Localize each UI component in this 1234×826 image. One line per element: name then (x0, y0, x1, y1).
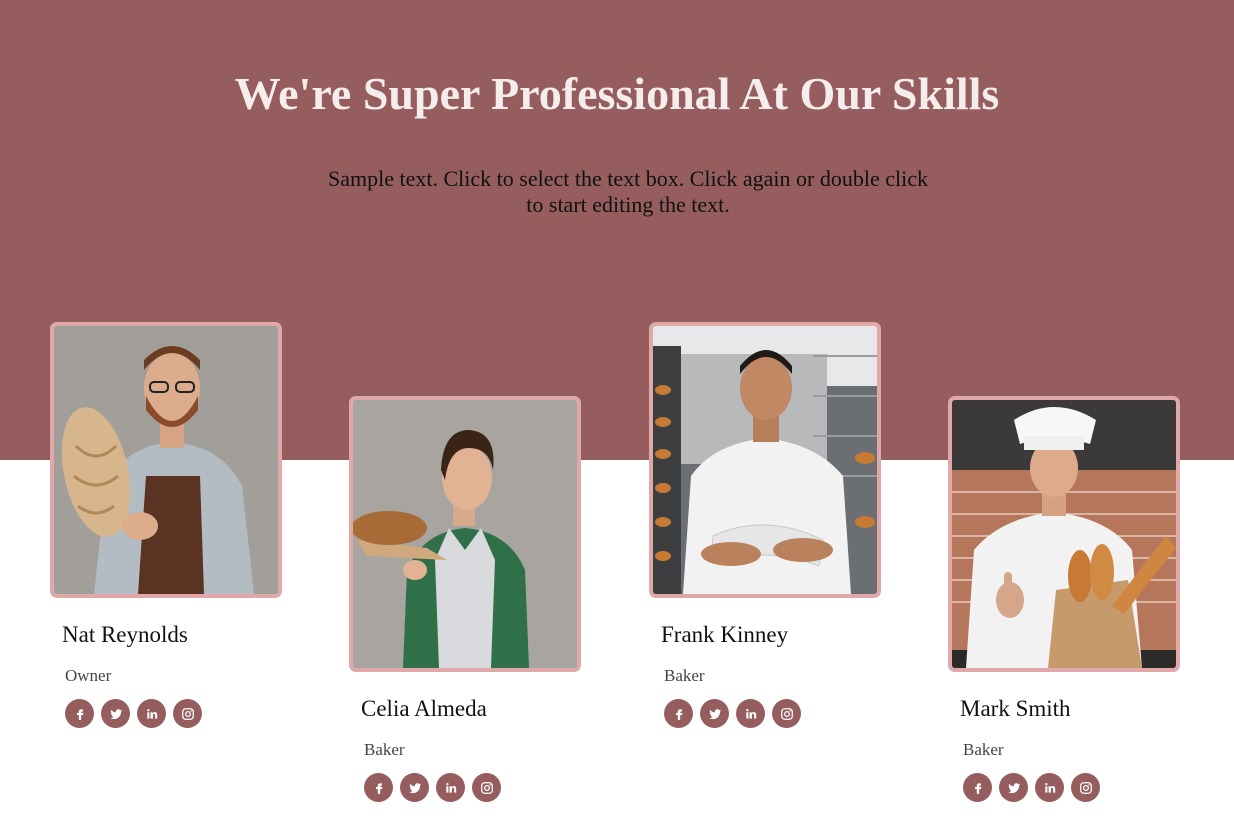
linkedin-icon[interactable] (137, 699, 166, 728)
twitter-icon[interactable] (400, 773, 429, 802)
member-name: Mark Smith (960, 696, 1071, 721)
hero-subtitle: Sample text. Click to select the text bo… (328, 166, 928, 217)
instagram-icon[interactable] (1071, 773, 1100, 802)
member-role: Baker (664, 666, 705, 685)
member-name: Nat Reynolds (62, 622, 188, 647)
member-photo (948, 396, 1180, 672)
twitter-icon[interactable] (101, 699, 130, 728)
member-photo (50, 322, 282, 598)
twitter-icon[interactable] (999, 773, 1028, 802)
social-links (963, 773, 1180, 802)
facebook-icon[interactable] (963, 773, 992, 802)
linkedin-icon[interactable] (436, 773, 465, 802)
team-member-card: Frank Kinney Baker (649, 322, 881, 728)
linkedin-icon[interactable] (736, 699, 765, 728)
team-member-card: Nat Reynolds Owner (50, 322, 282, 728)
social-links (664, 699, 881, 728)
twitter-icon[interactable] (700, 699, 729, 728)
social-links (65, 699, 282, 728)
social-links (364, 773, 581, 802)
member-role: Baker (963, 740, 1004, 759)
facebook-icon[interactable] (664, 699, 693, 728)
facebook-icon[interactable] (364, 773, 393, 802)
team-member-card: Celia Almeda Baker (349, 396, 581, 802)
member-name: Celia Almeda (361, 696, 487, 721)
instagram-icon[interactable] (472, 773, 501, 802)
member-role: Owner (65, 666, 112, 685)
member-photo (649, 322, 881, 598)
member-role: Baker (364, 740, 405, 759)
facebook-icon[interactable] (65, 699, 94, 728)
instagram-icon[interactable] (173, 699, 202, 728)
member-photo (349, 396, 581, 672)
instagram-icon[interactable] (772, 699, 801, 728)
linkedin-icon[interactable] (1035, 773, 1064, 802)
member-name: Frank Kinney (661, 622, 789, 647)
page-title: We're Super Professional At Our Skills (234, 68, 1000, 119)
team-member-card: Mark Smith Baker (948, 396, 1180, 802)
